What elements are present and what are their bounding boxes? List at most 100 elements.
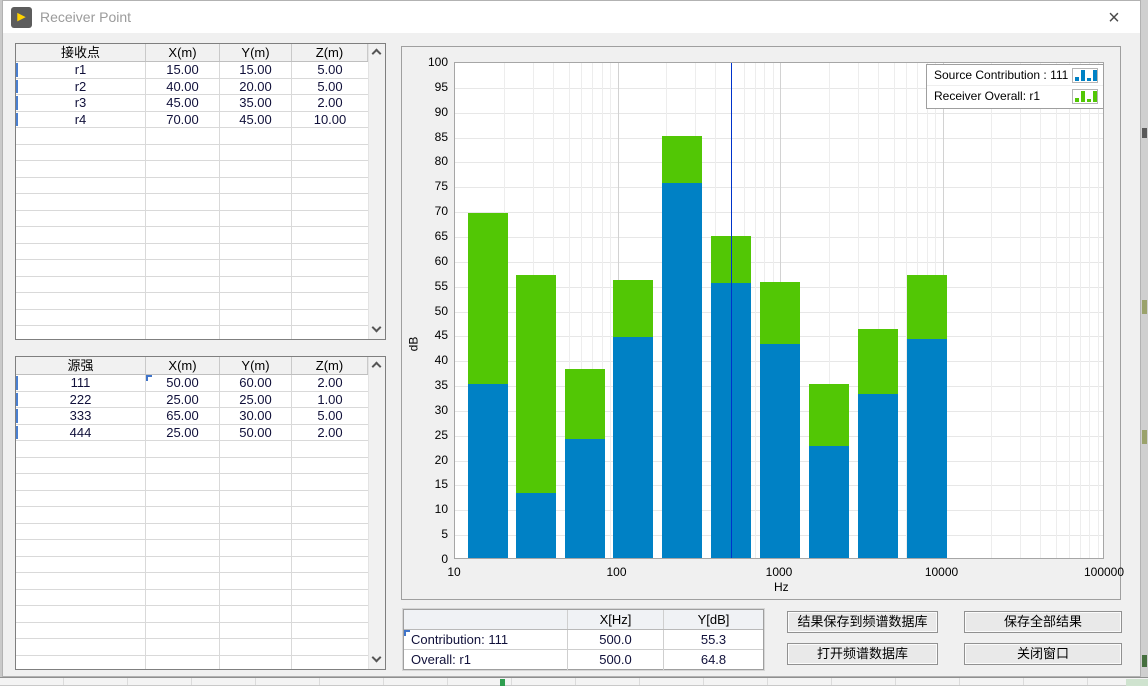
table-cell[interactable]	[292, 590, 368, 606]
table-row[interactable]	[16, 326, 368, 339]
table-cell[interactable]	[220, 540, 292, 556]
cursor-line[interactable]	[731, 63, 732, 558]
table-cell[interactable]	[292, 573, 368, 589]
table-cell[interactable]	[292, 441, 368, 457]
table-cell[interactable]	[292, 244, 368, 260]
table-cell[interactable]: 2.00	[292, 425, 368, 441]
table-cell[interactable]	[146, 178, 220, 194]
table-cell[interactable]	[292, 491, 368, 507]
table-cell[interactable]	[16, 474, 146, 490]
table-cell[interactable]: 10.00	[292, 112, 368, 128]
table-cell[interactable]: 25.00	[146, 392, 220, 408]
receiver-table-scrollbar[interactable]	[368, 44, 385, 339]
table-cell[interactable]	[220, 161, 292, 177]
legend-item-overall[interactable]: Receiver Overall: r1	[927, 86, 1103, 107]
table-cell[interactable]	[146, 458, 220, 474]
table-cell[interactable]	[16, 540, 146, 556]
table-cell[interactable]	[16, 128, 146, 144]
table-row[interactable]	[16, 507, 368, 524]
table-cell[interactable]	[220, 194, 292, 210]
table-cell[interactable]: 45.00	[146, 95, 220, 111]
table-cell[interactable]	[146, 194, 220, 210]
table-cell[interactable]	[292, 656, 368, 670]
table-row[interactable]	[16, 590, 368, 607]
table-row[interactable]	[16, 211, 368, 228]
table-cell[interactable]	[292, 128, 368, 144]
table-cell[interactable]: 222	[16, 392, 146, 408]
table-row[interactable]	[16, 573, 368, 590]
table-cell[interactable]	[292, 639, 368, 655]
table-cell[interactable]	[146, 507, 220, 523]
table-cell[interactable]	[146, 326, 220, 339]
table-cell[interactable]	[16, 326, 146, 339]
scroll-up-icon[interactable]	[369, 45, 385, 61]
table-cell[interactable]	[16, 557, 146, 573]
table-cell[interactable]: 45.00	[220, 112, 292, 128]
table-cell[interactable]	[16, 491, 146, 507]
table-cell[interactable]	[16, 227, 146, 243]
table-cell[interactable]: 5.00	[292, 79, 368, 95]
table-cell[interactable]: 35.00	[220, 95, 292, 111]
table-cell[interactable]	[220, 507, 292, 523]
table-cell[interactable]	[16, 656, 146, 670]
table-row[interactable]: 22225.0025.001.00	[16, 392, 368, 409]
table-cell[interactable]	[16, 441, 146, 457]
table-cell[interactable]: 15.00	[220, 62, 292, 78]
table-cell[interactable]	[16, 573, 146, 589]
table-row[interactable]	[16, 458, 368, 475]
table-cell[interactable]	[16, 244, 146, 260]
table-row[interactable]	[16, 227, 368, 244]
table-cell[interactable]	[220, 606, 292, 622]
table-cell[interactable]	[146, 441, 220, 457]
table-cell[interactable]: r1	[16, 62, 146, 78]
table-cell[interactable]: 30.00	[220, 408, 292, 424]
table-cell[interactable]	[16, 524, 146, 540]
table-cell[interactable]	[220, 326, 292, 339]
table-cell[interactable]: 25.00	[220, 392, 292, 408]
table-cell[interactable]	[292, 227, 368, 243]
table-row[interactable]	[16, 491, 368, 508]
table-cell[interactable]	[146, 639, 220, 655]
table-row[interactable]: 11150.0060.002.00	[16, 375, 368, 392]
table-row[interactable]	[16, 540, 368, 557]
table-cell[interactable]	[16, 458, 146, 474]
table-cell[interactable]	[292, 458, 368, 474]
table-cell[interactable]	[292, 557, 368, 573]
table-cell[interactable]	[146, 524, 220, 540]
table-cell[interactable]	[220, 244, 292, 260]
table-row[interactable]	[16, 557, 368, 574]
table-cell[interactable]	[16, 293, 146, 309]
table-cell[interactable]	[220, 639, 292, 655]
table-cell[interactable]: 70.00	[146, 112, 220, 128]
table-cell[interactable]	[16, 211, 146, 227]
table-cell[interactable]	[146, 606, 220, 622]
table-cell[interactable]	[292, 178, 368, 194]
table-cell[interactable]	[16, 623, 146, 639]
legend-item-contribution[interactable]: Source Contribution : 111	[927, 65, 1103, 86]
table-cell[interactable]	[16, 260, 146, 276]
table-cell[interactable]	[220, 656, 292, 670]
table-row[interactable]	[16, 244, 368, 261]
table-cell[interactable]	[292, 474, 368, 490]
table-cell[interactable]	[146, 310, 220, 326]
scroll-down-icon[interactable]	[369, 322, 385, 338]
table-cell[interactable]: 50.00	[220, 425, 292, 441]
table-cell[interactable]	[220, 623, 292, 639]
table-cell[interactable]	[220, 178, 292, 194]
scroll-down-icon[interactable]	[369, 652, 385, 668]
table-cell[interactable]	[146, 211, 220, 227]
table-cell[interactable]: 60.00	[220, 375, 292, 391]
table-cell[interactable]	[220, 441, 292, 457]
table-cell[interactable]: r3	[16, 95, 146, 111]
table-cell[interactable]	[220, 260, 292, 276]
table-cell[interactable]	[292, 194, 368, 210]
table-row[interactable]	[16, 441, 368, 458]
plot-area[interactable]	[454, 62, 1104, 559]
table-cell[interactable]	[220, 145, 292, 161]
table-row[interactable]	[16, 623, 368, 640]
close-window-button[interactable]: 关闭窗口	[964, 643, 1122, 665]
table-cell[interactable]	[292, 507, 368, 523]
save-all-results-button[interactable]: 保存全部结果	[964, 611, 1122, 633]
table-row[interactable]: 44425.0050.002.00	[16, 425, 368, 442]
table-cell[interactable]: r2	[16, 79, 146, 95]
